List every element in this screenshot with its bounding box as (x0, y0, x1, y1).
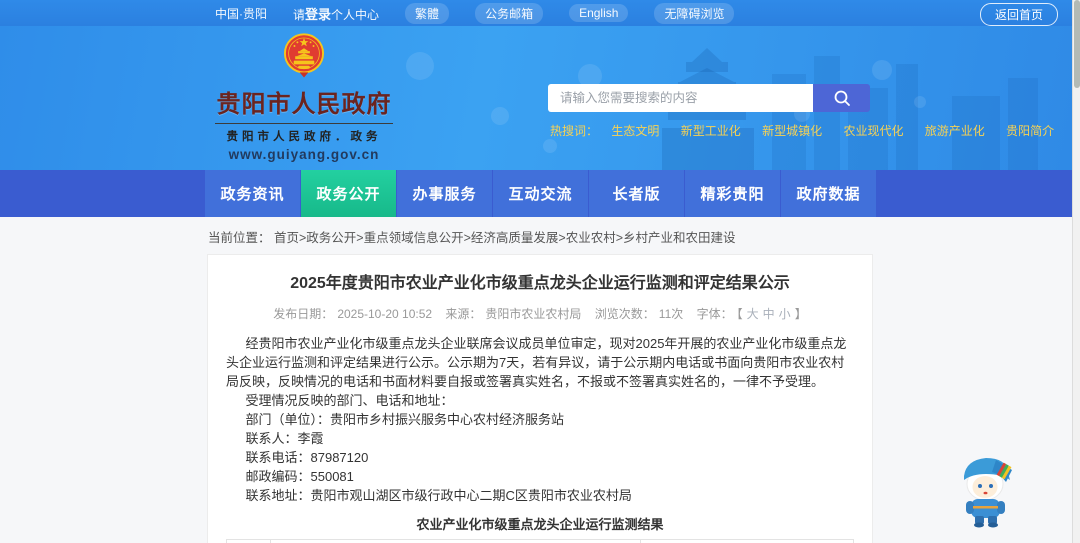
site-banner: 贵阳市人民政府 贵阳市人民政府．政务 www.guiyang.gov.cn 热搜… (0, 26, 1072, 170)
contact-person-line: 联系人：李霞 (245, 431, 324, 446)
header-cell-result: 监测结果 (639, 539, 855, 543)
views-label: 浏览次数： (594, 307, 655, 321)
hot-search-row: 热搜词： 生态文明 新型工业化 新型城镇化 农业现代化 旅游产业化 贵阳简介 (550, 122, 1072, 139)
monitoring-results-table: 序号 企业名称 监测结果 1 贵州合力超市采购有限公司 合格 2 贵州友禾种业有… (226, 539, 855, 543)
article-card: 2025年度贵阳市农业产业化市级重点龙头企业运行监测和评定结果公示 发布日期： 2… (207, 254, 873, 543)
site-title: 贵阳市人民政府 (216, 91, 392, 118)
search-input[interactable] (548, 84, 813, 112)
article-title: 2025年度贵阳市农业产业化市级重点龙头企业运行监测和评定结果公示 (290, 275, 790, 292)
source-value: 贵阳市农业农村局 (485, 307, 582, 321)
region-label[interactable]: 中国·贵阳 (215, 5, 267, 22)
english-link[interactable]: English (569, 4, 629, 22)
nav-item-interaction[interactable]: 互动交流 (493, 170, 588, 217)
hot-word-link[interactable]: 新型工业化 (681, 124, 741, 138)
font-size-label: 字体： (696, 307, 733, 321)
font-size-large[interactable]: 大 (747, 307, 759, 321)
nav-item-gov-data[interactable]: 政府数据 (781, 170, 876, 217)
header-cell-index: 序号 (226, 539, 271, 543)
scrollbar-thumb[interactable] (1074, 0, 1080, 88)
publish-date-value: 2025-10-20 10:52 (337, 307, 433, 321)
font-bracket-open: 【 (736, 307, 743, 321)
table-caption: 农业产业化市级重点龙头企业运行监测结果 (416, 517, 664, 532)
hot-search-label: 热搜词： (550, 124, 599, 138)
site-url: www.guiyang.gov.cn (228, 147, 380, 162)
header-cell-company: 企业名称 (269, 539, 641, 543)
main-viewport: 中国·贵阳 请登录个人中心 繁體 公务邮箱 English 无障碍浏览 返回首页 (0, 0, 1072, 543)
nav-item-services[interactable]: 办事服务 (397, 170, 492, 217)
nav-item-elderly-version[interactable]: 长者版 (589, 170, 684, 217)
login-link[interactable]: 请登录个人中心 (293, 4, 379, 23)
top-utility-bar: 中国·贵阳 请登录个人中心 繁體 公务邮箱 English 无障碍浏览 返回首页 (0, 0, 1072, 26)
traditional-chinese-link[interactable]: 繁體 (405, 2, 450, 24)
search-button[interactable] (813, 84, 870, 112)
article-meta: 发布日期： 2025-10-20 10:52 来源： 贵阳市农业农村局 浏览次数： 1… (226, 305, 854, 322)
mascot-assistant-icon[interactable] (952, 450, 1020, 528)
article-content: 经贵阳市农业产业化市级重点龙头企业联席会议成员单位审定，现对2025年开展的农业… (226, 334, 855, 543)
paragraph: 经贵阳市农业产业化市级重点龙头企业联席会议成员单位审定，现对2025年开展的农业… (226, 336, 847, 389)
page: 中国·贵阳 请登录个人中心 繁體 公务邮箱 English 无障碍浏览 返回首页 (0, 0, 1080, 543)
hot-word-link[interactable]: 贵阳简介 (1006, 124, 1054, 138)
official-mail-link[interactable]: 公务邮箱 (475, 2, 544, 24)
font-size-medium[interactable]: 中 (763, 307, 775, 321)
hot-word-link[interactable]: 生态文明 (611, 124, 659, 138)
login-post: 个人中心 (331, 7, 380, 22)
back-to-home-button[interactable]: 返回首页 (979, 3, 1058, 26)
breadcrumb-path[interactable]: 首页>政务公开>重点领域信息公开>经济高质量发展>农业农村>乡村产业和农田建设 (274, 231, 736, 245)
contact-phone-line: 联系电话：87987120 (245, 450, 369, 465)
source-label: 来源： (445, 307, 482, 321)
page-scrollbar[interactable] (1072, 0, 1080, 543)
nav-item-highlights[interactable]: 精彩贵阳 (685, 170, 780, 217)
site-logo-block[interactable]: 贵阳市人民政府 贵阳市人民政府．政务 www.guiyang.gov.cn (215, 32, 393, 162)
contact-address-line: 联系地址：贵阳市观山湖区市级行政中心二期C区贵阳市农业农村局 (245, 488, 632, 503)
accessibility-link[interactable]: 无障碍浏览 (654, 2, 735, 24)
hot-word-link[interactable]: 新型城镇化 (762, 124, 822, 138)
font-size-small[interactable]: 小 (779, 307, 791, 321)
table-header-row: 序号 企业名称 监测结果 (226, 539, 855, 543)
contact-department-line: 部门（单位）：贵阳市乡村振兴服务中心农村经济服务站 (245, 412, 565, 427)
hot-word-link[interactable]: 旅游产业化 (925, 124, 985, 138)
login-pre: 请 (293, 7, 306, 22)
site-subtitle: 贵阳市人民政府．政务 (226, 131, 382, 143)
title-divider (215, 123, 393, 124)
postal-code-line: 邮政编码：550081 (245, 469, 354, 484)
national-emblem-icon (283, 33, 325, 78)
nav-item-disclosure[interactable]: 政务公开 (301, 170, 396, 217)
primary-nav: 政务资讯 政务公开 办事服务 互动交流 长者版 精彩贵阳 政府数据 (0, 170, 1072, 217)
nav-item-news[interactable]: 政务资讯 (205, 170, 300, 217)
paragraph: 受理情况反映的部门、电话和地址： (245, 393, 454, 408)
breadcrumb: 当前位置： 首页>政务公开>重点领域信息公开>经济高质量发展>农业农村>乡村产业… (0, 217, 1072, 254)
login-strong: 登录 (305, 6, 332, 22)
font-bracket-close: 】 (794, 307, 807, 321)
hot-word-link[interactable]: 农业现代化 (843, 124, 903, 138)
publish-date-label: 发布日期： (273, 307, 334, 321)
views-value: 11次 (658, 307, 684, 321)
search-icon (834, 90, 850, 106)
search-bar (548, 84, 870, 112)
breadcrumb-label: 当前位置： (208, 231, 271, 245)
